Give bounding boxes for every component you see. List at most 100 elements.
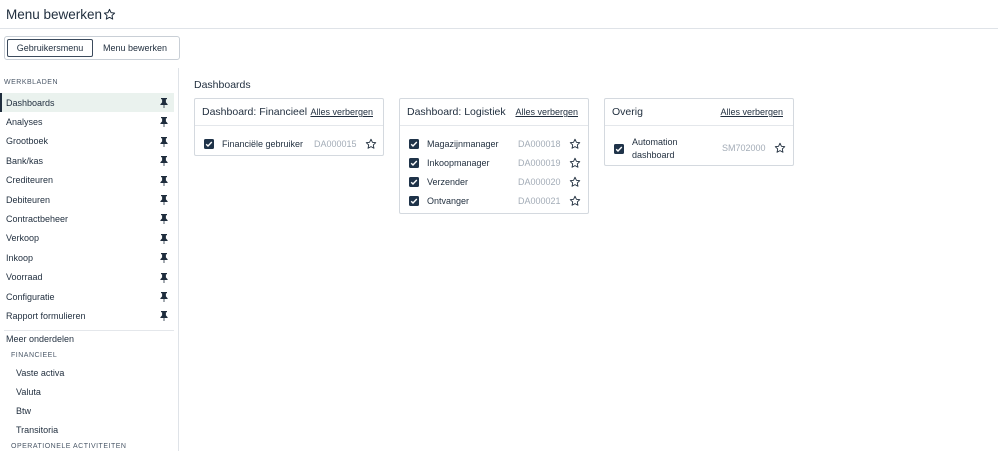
- pin-icon[interactable]: [160, 253, 168, 264]
- check-icon: [205, 141, 213, 148]
- pin-icon[interactable]: [160, 156, 168, 167]
- check-icon: [410, 179, 418, 186]
- sidebar-item-crediteuren[interactable]: Crediteuren: [0, 171, 178, 190]
- sidebar-item-rapport-formulieren[interactable]: Rapport formulieren: [0, 306, 178, 325]
- sidebar-item-label: Bank/kas: [6, 155, 44, 166]
- hide-all-link[interactable]: Alles verbergen: [515, 107, 578, 117]
- sub-item-vaste-activa[interactable]: Vaste activa: [16, 368, 64, 378]
- pin-icon[interactable]: [160, 117, 168, 128]
- list-item: Inkoopmanager DA000019: [400, 154, 588, 173]
- sidebar: WERKBLADEN Dashboards Analyses Grootboek…: [0, 68, 179, 451]
- card-header: Dashboard: Financieel Alles verbergen: [195, 99, 383, 126]
- page-title: Menu bewerken: [6, 7, 103, 22]
- star-outline-icon[interactable]: [569, 157, 581, 169]
- card-title: Dashboard: Financieel: [202, 106, 308, 118]
- sidebar-item-label: Contractbeheer: [6, 214, 69, 225]
- sidebar-item-debiteuren[interactable]: Debiteuren: [0, 190, 178, 209]
- row-label-line1: Automation: [632, 137, 678, 147]
- check-icon: [410, 141, 418, 148]
- sidebar-item-verkoop[interactable]: Verkoop: [0, 229, 178, 248]
- row-label-line2: dashboard: [632, 150, 675, 160]
- row-label: Magazijnmanager: [427, 139, 499, 149]
- checkbox[interactable]: [409, 139, 419, 149]
- check-icon: [410, 160, 418, 167]
- pin-icon[interactable]: [160, 272, 168, 283]
- checkbox[interactable]: [204, 139, 214, 149]
- row-code: SM702000: [722, 143, 766, 153]
- hide-all-link[interactable]: Alles verbergen: [310, 107, 373, 117]
- sidebar-divider: [4, 330, 174, 331]
- row-code: DA000019: [518, 158, 561, 168]
- sidebar-item-contractbeheer[interactable]: Contractbeheer: [0, 209, 178, 228]
- sidebar-item-label: Analyses: [6, 117, 43, 128]
- pin-icon[interactable]: [160, 233, 168, 244]
- sidebar-item-label: Voorraad: [6, 272, 43, 283]
- pin-icon[interactable]: [160, 98, 168, 108]
- card-overig: Overig Alles verbergen Automation dashbo…: [604, 98, 794, 166]
- list-item: Ontvanger DA000021: [400, 192, 588, 211]
- pin-icon[interactable]: [160, 136, 168, 147]
- sidebar-item-label: Verkoop: [6, 233, 40, 244]
- sidebar-item-voorraad[interactable]: Voorraad: [0, 268, 178, 287]
- row-label: Ontvanger: [427, 196, 470, 206]
- sidebar-item-label: Crediteuren: [6, 175, 54, 186]
- main-title: Dashboards: [194, 79, 251, 91]
- check-icon: [615, 146, 623, 153]
- card-header: Dashboard: Logistiek Alles verbergen: [400, 99, 588, 126]
- sidebar-item-label: Inkoop: [6, 252, 34, 263]
- list-item: Verzender DA000020: [400, 173, 588, 192]
- card-title: Overig: [612, 106, 643, 118]
- checkbox[interactable]: [409, 196, 419, 206]
- list-item: Magazijnmanager DA000018: [400, 135, 588, 154]
- card-dashboard-financieel: Dashboard: Financieel Alles verbergen Fi…: [194, 98, 384, 156]
- row-label: Verzender: [427, 177, 469, 187]
- star-outline-icon[interactable]: [365, 138, 377, 150]
- star-outline-icon[interactable]: [569, 195, 581, 207]
- star-outline-icon[interactable]: [569, 138, 581, 150]
- row-code: DA000020: [518, 177, 561, 187]
- pin-icon[interactable]: [160, 291, 168, 302]
- sidebar-item-label: Dashboards: [6, 97, 55, 108]
- card-title: Dashboard: Logistiek: [407, 106, 506, 118]
- checkbox[interactable]: [614, 144, 624, 154]
- star-outline-icon[interactable]: [774, 142, 786, 154]
- group-label-financieel: FINANCIEEL: [11, 352, 58, 359]
- tab-gebruikersmenu[interactable]: Gebruikersmenu: [7, 39, 93, 57]
- pin-icon[interactable]: [160, 214, 168, 225]
- star-outline-icon[interactable]: [569, 176, 581, 188]
- sidebar-item-label: Debiteuren: [6, 194, 51, 205]
- sidebar-item-bank-kas[interactable]: Bank/kas: [0, 151, 178, 170]
- sidebar-item-grootboek[interactable]: Grootboek: [0, 132, 178, 151]
- sidebar-item-label: Grootboek: [6, 136, 49, 147]
- sidebar-item-configuratie[interactable]: Configuratie: [0, 287, 178, 306]
- row-code: DA000015: [314, 139, 357, 149]
- sub-item-btw[interactable]: Btw: [16, 406, 31, 416]
- star-outline-icon[interactable]: [103, 8, 116, 21]
- sub-item-transitoria[interactable]: Transitoria: [16, 425, 58, 435]
- pin-icon[interactable]: [160, 194, 168, 205]
- card-dashboard-logistiek: Dashboard: Logistiek Alles verbergen Mag…: [399, 98, 589, 214]
- sidebar-item-label: Rapport formulieren: [6, 310, 86, 321]
- group-label-operationele-activiteiten: OPERATIONELE ACTIVITEITEN: [11, 443, 127, 450]
- more-sections-title: Meer onderdelen: [6, 334, 75, 344]
- pin-icon[interactable]: [160, 311, 168, 322]
- sidebar-item-dashboards[interactable]: Dashboards: [0, 93, 174, 113]
- card-header: Overig Alles verbergen: [605, 99, 793, 126]
- page-header: Menu bewerken: [0, 0, 998, 29]
- sidebar-item-analyses[interactable]: Analyses: [0, 112, 178, 131]
- sub-item-valuta[interactable]: Valuta: [16, 387, 41, 397]
- row-label: Financiële gebruiker: [222, 139, 304, 149]
- list-item: Financiële gebruiker DA000015: [195, 135, 383, 154]
- pin-icon[interactable]: [160, 175, 168, 186]
- sidebar-item-inkoop[interactable]: Inkoop: [0, 248, 178, 267]
- menu-tabs: Gebruikersmenu Menu bewerken: [4, 36, 180, 60]
- row-code: DA000018: [518, 139, 561, 149]
- sidebar-nav: Dashboards Analyses Grootboek Bank/kas C…: [0, 93, 178, 326]
- checkbox[interactable]: [409, 158, 419, 168]
- check-icon: [410, 198, 418, 205]
- list-item: Automation dashboard SM702000: [605, 137, 793, 163]
- row-label: Inkoopmanager: [427, 158, 490, 168]
- checkbox[interactable]: [409, 177, 419, 187]
- hide-all-link[interactable]: Alles verbergen: [720, 107, 783, 117]
- tab-menu-bewerken[interactable]: Menu bewerken: [93, 39, 177, 57]
